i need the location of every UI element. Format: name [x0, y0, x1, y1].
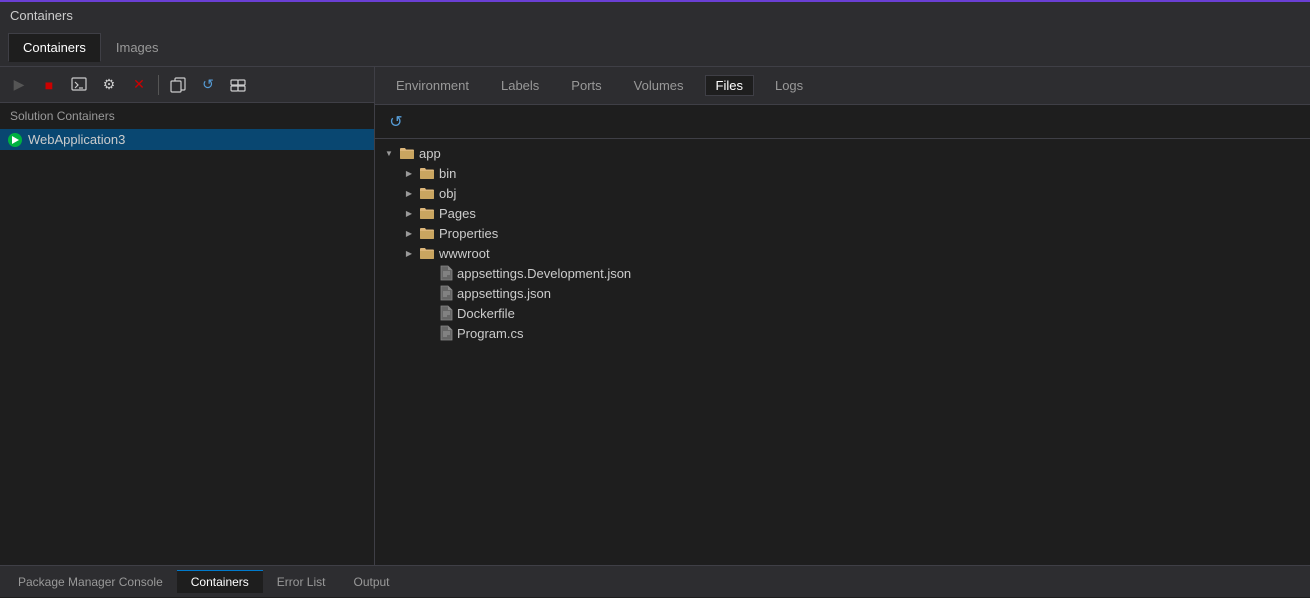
terminal-button[interactable]	[66, 73, 92, 97]
file-appsettings-dev[interactable]: appsettings.Development.json	[375, 263, 1310, 283]
tab-ports[interactable]: Ports	[560, 75, 612, 96]
folder-obj[interactable]: obj	[375, 183, 1310, 203]
left-panel: ▶ ■ ⚙ ✕ ↺	[0, 67, 375, 565]
settings-button[interactable]: ⚙	[96, 73, 122, 97]
file-icon-program	[439, 325, 453, 341]
refresh-button[interactable]: ↺	[383, 110, 409, 134]
file-program-label: Program.cs	[457, 326, 523, 341]
attach-button[interactable]	[225, 73, 251, 97]
restart-button[interactable]: ↺	[195, 73, 221, 97]
chevron-obj	[403, 187, 415, 199]
file-tree: app bin	[375, 139, 1310, 565]
tab-environment[interactable]: Environment	[385, 75, 480, 96]
folder-obj-label: obj	[439, 186, 456, 201]
tab-containers[interactable]: Containers	[8, 33, 101, 62]
chevron-wwwroot	[403, 247, 415, 259]
tab-images[interactable]: Images	[101, 33, 174, 62]
folder-properties-label: Properties	[439, 226, 498, 241]
chevron-properties	[403, 227, 415, 239]
content-area: ▶ ■ ⚙ ✕ ↺	[0, 67, 1310, 565]
title-bar: Containers	[0, 0, 1310, 29]
main-container: Containers Images ▶ ■ ⚙ ✕	[0, 29, 1310, 597]
tab-files[interactable]: Files	[705, 75, 754, 96]
chevron-pages	[403, 207, 415, 219]
stop-button[interactable]: ■	[36, 73, 62, 97]
right-panel: Environment Labels Ports Volumes Files L…	[375, 67, 1310, 565]
copy-button[interactable]	[165, 73, 191, 97]
container-name: WebApplication3	[28, 132, 125, 147]
folder-pages-label: Pages	[439, 206, 476, 221]
bottom-tab-error-list[interactable]: Error List	[263, 570, 340, 593]
folder-icon-obj	[419, 185, 435, 201]
folder-bin-label: bin	[439, 166, 456, 181]
container-item-webapp3[interactable]: WebApplication3	[0, 129, 374, 150]
bottom-tab-output[interactable]: Output	[339, 570, 403, 593]
right-toolbar: ↺	[375, 105, 1310, 139]
folder-wwwroot-label: wwwroot	[439, 246, 490, 261]
file-appsettings-label: appsettings.json	[457, 286, 551, 301]
tab-logs[interactable]: Logs	[764, 75, 814, 96]
solution-label: Solution Containers	[0, 103, 374, 129]
chevron-app	[383, 147, 395, 159]
folder-icon-bin	[419, 165, 435, 181]
folder-app[interactable]: app	[375, 143, 1310, 163]
file-icon-appsettings-dev	[439, 265, 453, 281]
right-tabs: Environment Labels Ports Volumes Files L…	[375, 67, 1310, 105]
folder-icon-wwwroot	[419, 245, 435, 261]
toolbar: ▶ ■ ⚙ ✕ ↺	[0, 67, 374, 103]
chevron-bin	[403, 167, 415, 179]
separator-1	[158, 75, 159, 95]
running-indicator	[8, 133, 22, 147]
remove-button[interactable]: ✕	[126, 73, 152, 97]
bottom-tab-containers[interactable]: Containers	[177, 570, 263, 593]
play-button[interactable]: ▶	[6, 73, 32, 97]
folder-icon-pages	[419, 205, 435, 221]
top-tabs-row: Containers Images	[0, 29, 1310, 67]
tab-labels[interactable]: Labels	[490, 75, 550, 96]
file-icon-appsettings	[439, 285, 453, 301]
bottom-tab-package-manager[interactable]: Package Manager Console	[4, 570, 177, 593]
file-dockerfile-label: Dockerfile	[457, 306, 515, 321]
folder-app-label: app	[419, 146, 441, 161]
folder-properties[interactable]: Properties	[375, 223, 1310, 243]
file-appsettings[interactable]: appsettings.json	[375, 283, 1310, 303]
folder-bin[interactable]: bin	[375, 163, 1310, 183]
title-label: Containers	[10, 8, 73, 23]
tab-volumes[interactable]: Volumes	[623, 75, 695, 96]
bottom-tabs: Package Manager Console Containers Error…	[0, 565, 1310, 597]
folder-icon-app	[399, 145, 415, 161]
folder-icon-properties	[419, 225, 435, 241]
file-program[interactable]: Program.cs	[375, 323, 1310, 343]
file-appsettings-dev-label: appsettings.Development.json	[457, 266, 631, 281]
file-icon-dockerfile	[439, 305, 453, 321]
file-dockerfile[interactable]: Dockerfile	[375, 303, 1310, 323]
folder-pages[interactable]: Pages	[375, 203, 1310, 223]
folder-wwwroot[interactable]: wwwroot	[375, 243, 1310, 263]
